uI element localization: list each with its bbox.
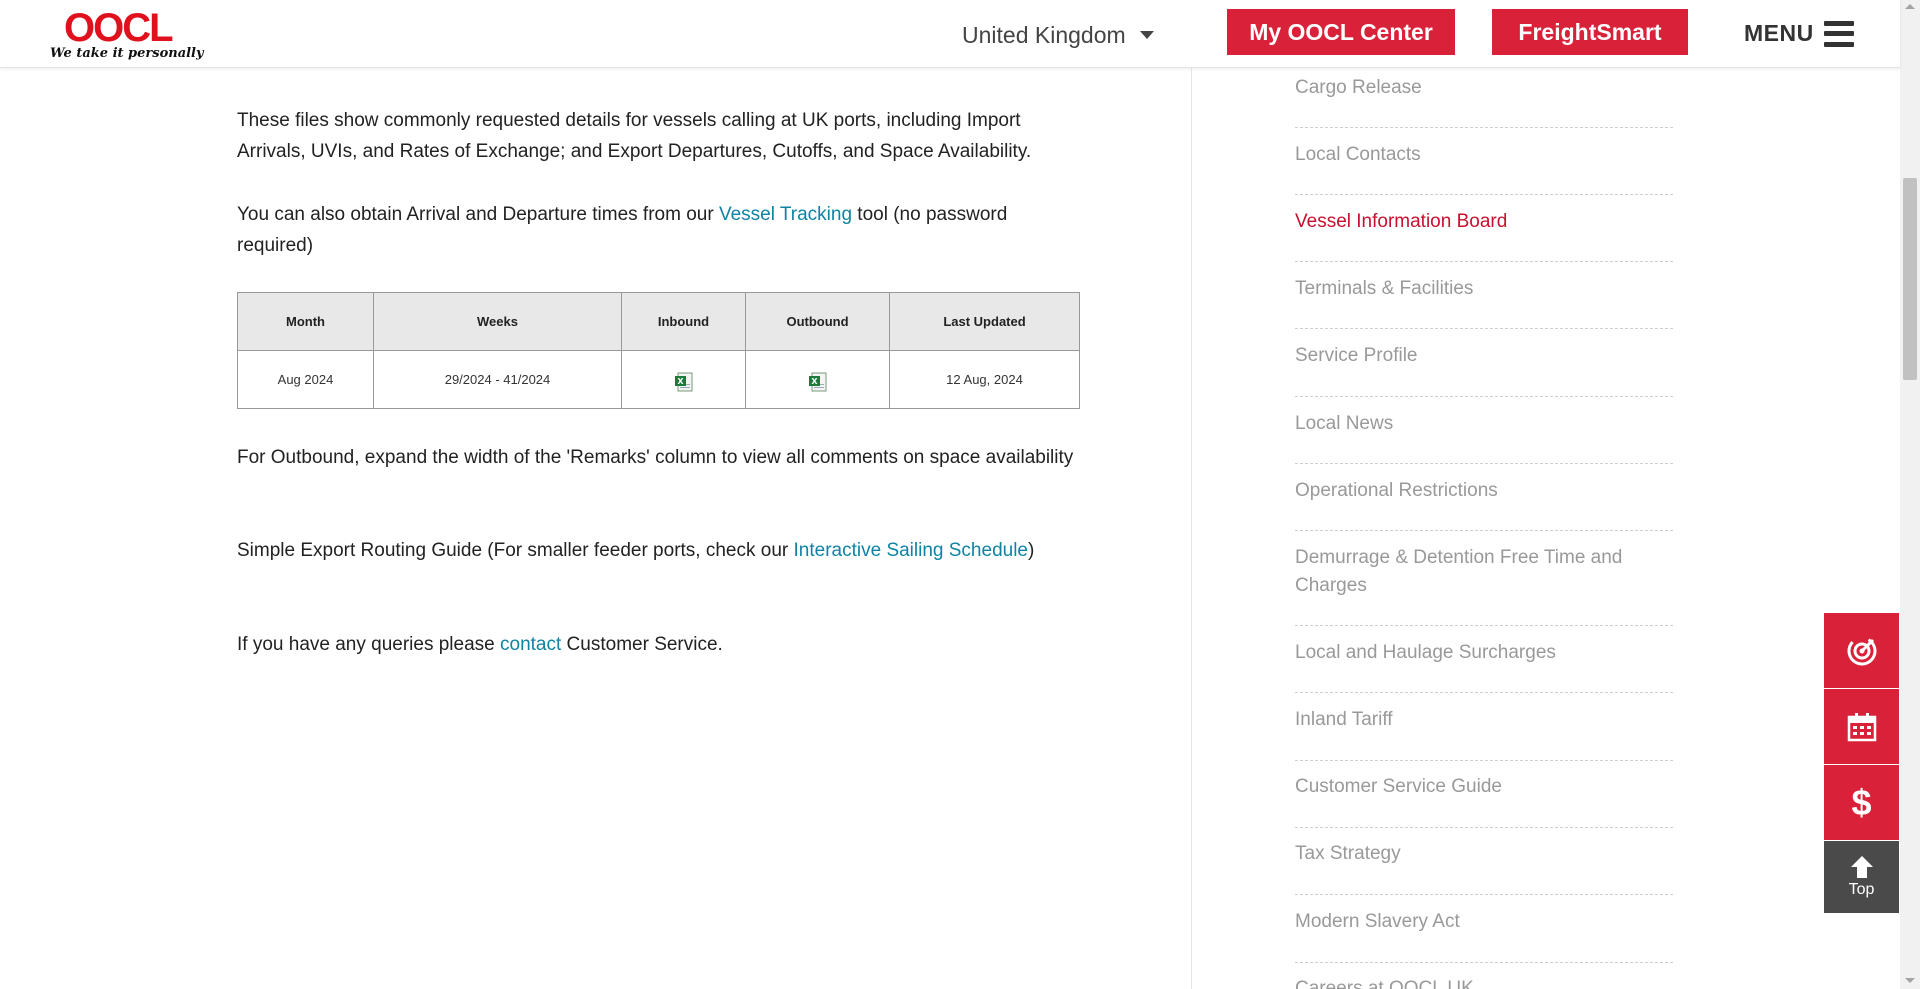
- vessel-tracking-paragraph: You can also obtain Arrival and Departur…: [237, 199, 1082, 261]
- calendar-icon: [1847, 712, 1876, 741]
- tracking-icon: [1847, 636, 1876, 665]
- column-header-month: Month: [237, 292, 374, 351]
- logo-wordmark: OOCL: [64, 6, 174, 50]
- page-scrollbar[interactable]: [1900, 0, 1920, 989]
- sidebar-item-tax-strategy[interactable]: Tax Strategy: [1295, 840, 1673, 895]
- sidebar-item-customer-service-guide[interactable]: Customer Service Guide: [1295, 773, 1673, 828]
- queries-text-after: Customer Service.: [561, 634, 723, 655]
- menu-button[interactable]: MENU: [1744, 20, 1854, 47]
- sidebar-item-local-contacts[interactable]: Local Contacts: [1295, 141, 1673, 195]
- sidebar-item-modern-slavery-act[interactable]: Modern Slavery Act: [1295, 908, 1673, 963]
- logo-tagline: We take it personally: [50, 46, 204, 61]
- cell-month: Aug 2024: [237, 350, 374, 409]
- sidebar-item-local-news[interactable]: Local News: [1295, 410, 1673, 464]
- interactive-sailing-schedule-link[interactable]: Interactive Sailing Schedule: [794, 540, 1028, 561]
- country-label: United Kingdom: [962, 21, 1126, 48]
- pricing-button[interactable]: $: [1824, 765, 1899, 840]
- site-header: OOCL We take it personally United Kingdo…: [0, 0, 1900, 68]
- oocl-logo[interactable]: OOCL We take it personally: [48, 6, 204, 64]
- vessel-files-table: Month Weeks Inbound Outbound Last Update…: [237, 292, 1080, 409]
- sidebar-item-operational-restrictions[interactable]: Operational Restrictions: [1295, 477, 1673, 531]
- sidebar-item-demurrage-detention[interactable]: Demurrage & Detention Free Time and Char…: [1295, 544, 1673, 626]
- country-selector[interactable]: United Kingdom: [962, 20, 1154, 50]
- routing-guide-paragraph: Simple Export Routing Guide (For smaller…: [237, 535, 1082, 566]
- scrollbar-thumb[interactable]: [1903, 178, 1917, 380]
- column-header-weeks: Weeks: [373, 292, 622, 351]
- sidebar-item-vessel-information-board[interactable]: Vessel Information Board: [1295, 208, 1673, 262]
- column-header-inbound: Inbound: [621, 292, 746, 351]
- cell-weeks: 29/2024 - 41/2024: [373, 350, 622, 409]
- sidebar-item-terminals-facilities[interactable]: Terminals & Facilities: [1295, 275, 1673, 329]
- table-row: Aug 2024 29/2024 - 41/2024 X X 12 Aug, 2…: [237, 350, 1080, 409]
- cell-inbound: X: [621, 350, 746, 409]
- my-oocl-center-button[interactable]: My OOCL Center: [1227, 9, 1455, 55]
- queries-paragraph: If you have any queries please contact C…: [237, 629, 1082, 660]
- intro-paragraph: These files show commonly requested deta…: [237, 110, 1032, 162]
- tracking-button[interactable]: [1824, 613, 1899, 688]
- sidebar-item-inland-tariff[interactable]: Inland Tariff: [1295, 706, 1673, 761]
- hamburger-icon: [1823, 20, 1854, 47]
- sidebar-item-service-profile[interactable]: Service Profile: [1295, 342, 1673, 397]
- menu-label: MENU: [1744, 20, 1814, 46]
- column-header-last-updated: Last Updated: [889, 292, 1080, 351]
- scroll-down-arrow-icon[interactable]: [1905, 978, 1915, 983]
- vessel-tracking-link[interactable]: Vessel Tracking: [719, 204, 852, 225]
- vessel-tracking-text-before: You can also obtain Arrival and Departur…: [237, 204, 719, 225]
- routing-guide-text-after: ): [1028, 540, 1035, 561]
- top-label: Top: [1848, 881, 1875, 898]
- cell-last-updated: 12 Aug, 2024: [889, 350, 1080, 409]
- routing-guide-text-before: Simple Export Routing Guide (For smaller…: [237, 540, 794, 561]
- svg-text:X: X: [677, 377, 684, 386]
- outbound-note-paragraph: For Outbound, expand the width of the 'R…: [237, 447, 1074, 468]
- caret-down-icon: [1139, 31, 1154, 39]
- arrow-up-icon: [1850, 856, 1873, 878]
- outbound-excel-download-icon[interactable]: X: [808, 372, 828, 392]
- dollar-icon: $: [1851, 781, 1872, 823]
- inbound-excel-download-icon[interactable]: X: [674, 372, 694, 392]
- sidebar-item-cargo-release[interactable]: Cargo Release: [1295, 74, 1673, 128]
- column-divider: [1191, 68, 1192, 989]
- cell-outbound: X: [745, 350, 890, 409]
- scroll-up-arrow-icon[interactable]: [1905, 4, 1915, 9]
- contact-link[interactable]: contact: [500, 634, 561, 655]
- sidebar-item-local-haulage-surcharges[interactable]: Local and Haulage Surcharges: [1295, 639, 1673, 693]
- sidebar-item-careers[interactable]: Careers at OOCL UK: [1295, 975, 1673, 989]
- table-header-row: Month Weeks Inbound Outbound Last Update…: [237, 292, 1080, 351]
- svg-text:X: X: [811, 377, 818, 386]
- back-to-top-button[interactable]: Top: [1824, 841, 1899, 913]
- queries-text-before: If you have any queries please: [237, 634, 501, 655]
- schedule-button[interactable]: [1824, 689, 1899, 764]
- freightsmart-button[interactable]: FreightSmart: [1492, 9, 1688, 55]
- column-header-outbound: Outbound: [745, 292, 890, 351]
